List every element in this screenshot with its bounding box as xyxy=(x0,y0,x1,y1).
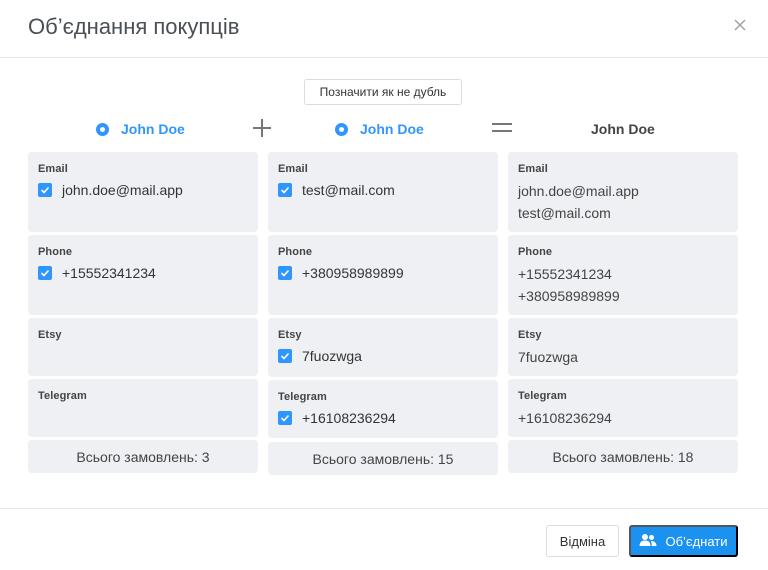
customer-2-name: John Doe xyxy=(360,121,424,137)
result-total-orders: Всього замовлень: 18 xyxy=(508,440,738,473)
email-value: john.doe@mail.app xyxy=(62,182,183,198)
phone-label: Phone xyxy=(38,246,73,258)
result-email-card: Email john.doe@mail.app test@mail.com xyxy=(508,152,738,232)
customer-1-total-orders: Всього замовлень: 3 xyxy=(28,440,258,473)
telegram-value: +16108236294 xyxy=(302,410,396,426)
customer-2-email-card: Email test@mail.com xyxy=(268,152,498,232)
phone-label: Phone xyxy=(278,246,313,258)
mark-not-duplicate-button[interactable]: Позначити як не дубль xyxy=(304,79,462,105)
merge-button-label: Об’єднати xyxy=(665,533,728,549)
result-email-value: john.doe@mail.app xyxy=(518,183,639,199)
customer-1-email-card: Email john.doe@mail.app xyxy=(28,152,258,232)
phone-option[interactable]: +15552341234 xyxy=(38,265,156,281)
checkbox-checked-icon[interactable] xyxy=(278,349,292,363)
equals-icon xyxy=(491,117,513,139)
result-phone-value: +15552341234 xyxy=(518,266,612,282)
phone-label: Phone xyxy=(518,246,553,258)
phone-value: +15552341234 xyxy=(62,265,156,281)
customer-2-total-orders: Всього замовлень: 15 xyxy=(268,442,498,475)
merge-button[interactable]: Об’єднати xyxy=(629,525,738,557)
dialog-title: Об’єднання покупців xyxy=(28,14,240,39)
phone-value: +380958989899 xyxy=(302,265,404,281)
phone-option[interactable]: +380958989899 xyxy=(278,265,404,281)
telegram-option[interactable]: +16108236294 xyxy=(278,410,396,426)
result-email-value: test@mail.com xyxy=(518,205,611,221)
etsy-option[interactable]: 7fuozwga xyxy=(278,348,362,364)
checkbox-checked-icon[interactable] xyxy=(38,266,52,280)
etsy-label: Etsy xyxy=(518,329,542,341)
customer-2-phone-card: Phone +380958989899 xyxy=(268,235,498,315)
checkbox-checked-icon[interactable] xyxy=(278,411,292,425)
customer-1-phone-card: Phone +15552341234 xyxy=(28,235,258,315)
customer-2-selector[interactable]: John Doe xyxy=(335,118,424,140)
email-label: Email xyxy=(38,163,68,175)
etsy-label: Etsy xyxy=(38,329,62,341)
result-etsy-card: Etsy 7fuozwga xyxy=(508,318,738,376)
email-value: test@mail.com xyxy=(302,182,395,198)
telegram-label: Telegram xyxy=(38,390,87,402)
merge-customers-dialog: Об’єднання покупців Позначити як не дубл… xyxy=(0,0,768,570)
result-phone-value: +380958989899 xyxy=(518,288,620,304)
customer-1-selector[interactable]: John Doe xyxy=(96,118,185,140)
result-phone-card: Phone +15552341234 +380958989899 xyxy=(508,235,738,315)
plus-icon xyxy=(251,117,273,139)
radio-selected-icon[interactable] xyxy=(335,122,348,136)
telegram-label: Telegram xyxy=(278,391,327,403)
etsy-label: Etsy xyxy=(278,329,302,341)
etsy-value: 7fuozwga xyxy=(302,348,362,364)
customer-1-etsy-card: Etsy xyxy=(28,318,258,376)
customer-2-telegram-card: Telegram +16108236294 xyxy=(268,380,498,438)
telegram-label: Telegram xyxy=(518,390,567,402)
email-label: Email xyxy=(518,163,548,175)
customer-2-etsy-card: Etsy 7fuozwga xyxy=(268,318,498,377)
customer-1-telegram-card: Telegram xyxy=(28,379,258,437)
dialog-header: Об’єднання покупців xyxy=(0,0,768,58)
email-option[interactable]: john.doe@mail.app xyxy=(38,182,183,198)
result-header: John Doe xyxy=(591,118,655,140)
checkbox-checked-icon[interactable] xyxy=(278,183,292,197)
users-icon xyxy=(639,533,657,550)
checkbox-checked-icon[interactable] xyxy=(38,183,52,197)
result-telegram-card: Telegram +16108236294 xyxy=(508,379,738,437)
customer-1-name: John Doe xyxy=(121,121,185,137)
result-etsy-value: 7fuozwga xyxy=(518,349,578,365)
email-option[interactable]: test@mail.com xyxy=(278,182,395,198)
radio-selected-icon[interactable] xyxy=(96,122,109,136)
result-telegram-value: +16108236294 xyxy=(518,410,612,426)
email-label: Email xyxy=(278,163,308,175)
close-icon[interactable] xyxy=(732,17,748,33)
result-name: John Doe xyxy=(591,121,655,137)
checkbox-checked-icon[interactable] xyxy=(278,266,292,280)
cancel-button[interactable]: Відміна xyxy=(546,525,619,557)
